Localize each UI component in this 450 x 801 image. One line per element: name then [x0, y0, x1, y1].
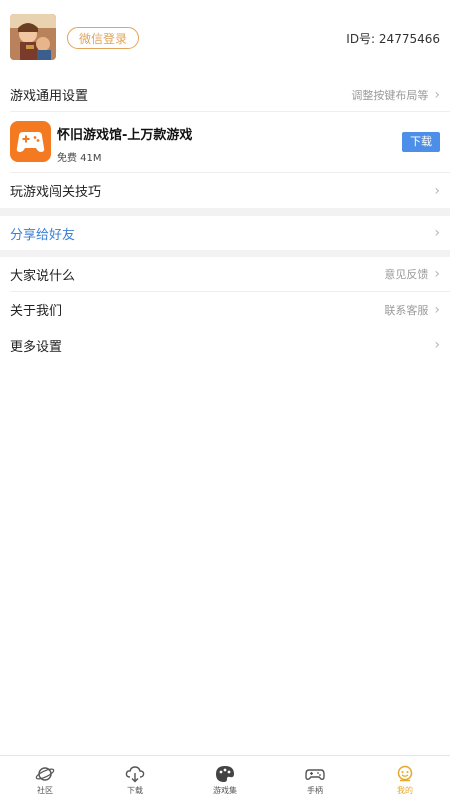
- wechat-login-button[interactable]: 微信登录: [67, 27, 139, 49]
- contact-support-hint: 联系客服: [384, 303, 429, 317]
- community-label: 大家说什么: [10, 268, 76, 284]
- gamepad-icon: [305, 765, 325, 787]
- profile-header: 微信登录 ID号: 24775466: [0, 0, 450, 78]
- gamepad-app-icon: [10, 121, 51, 162]
- tab-game-collection[interactable]: 游戏集: [180, 756, 270, 801]
- avatar-image: [10, 14, 56, 60]
- section-gap: [0, 208, 450, 216]
- chevron-right-icon: ›: [434, 225, 440, 241]
- feedback-hint: 意见反馈: [384, 268, 429, 281]
- general-settings-row[interactable]: 游戏通用设置 调整按键布局等 ›: [0, 78, 450, 111]
- general-settings-hint: 调整按键布局等: [351, 88, 429, 102]
- chevron-right-icon: ›: [434, 266, 440, 282]
- divider: [10, 111, 450, 112]
- bottom-tab-bar: 社区 下载 游戏集 手柄 我的: [0, 755, 450, 801]
- tab-mine-label: 我的: [397, 786, 413, 795]
- app-promo-card[interactable]: 怀旧游戏馆-上万款游戏 免费 41M 下载: [0, 115, 450, 172]
- tab-community[interactable]: 社区: [0, 756, 90, 801]
- share-label: 分享给好友: [10, 227, 76, 243]
- general-settings-label: 游戏通用设置: [10, 89, 89, 104]
- tab-download[interactable]: 下载: [90, 756, 180, 801]
- tab-gamepad[interactable]: 手柄: [270, 756, 360, 801]
- avatar[interactable]: [10, 14, 56, 60]
- cloud-download-icon: [125, 765, 145, 787]
- chevron-right-icon: ›: [434, 337, 440, 353]
- share-row[interactable]: 分享给好友 ›: [0, 216, 450, 250]
- app-title: 怀旧游戏馆-上万款游戏: [57, 128, 193, 143]
- more-settings-row[interactable]: 更多设置 ›: [0, 327, 450, 363]
- face-icon: [395, 765, 415, 787]
- app-subtitle: 免费 41M: [57, 153, 102, 164]
- chevron-right-icon: ›: [434, 301, 440, 318]
- tab-gamepad-label: 手柄: [307, 786, 323, 795]
- chevron-right-icon: ›: [434, 182, 440, 199]
- tips-row[interactable]: 玩游戏闯关技巧 ›: [0, 173, 450, 208]
- tab-mine[interactable]: 我的: [360, 756, 450, 801]
- section-gap: [0, 250, 450, 257]
- palette-icon: [215, 765, 235, 787]
- tab-download-label: 下载: [127, 786, 143, 795]
- more-settings-label: 更多设置: [10, 339, 63, 355]
- chevron-right-icon: ›: [434, 86, 440, 103]
- download-button[interactable]: 下载: [402, 132, 440, 152]
- community-row[interactable]: 大家说什么 意见反馈 ›: [0, 257, 450, 291]
- tab-game-collection-label: 游戏集: [213, 786, 237, 795]
- planet-icon: [35, 765, 55, 787]
- tab-community-label: 社区: [37, 786, 53, 795]
- tips-label: 玩游戏闯关技巧: [10, 185, 102, 200]
- about-row[interactable]: 关于我们 联系客服 ›: [0, 292, 450, 327]
- about-label: 关于我们: [10, 304, 63, 319]
- user-id: ID号: 24775466: [346, 32, 440, 46]
